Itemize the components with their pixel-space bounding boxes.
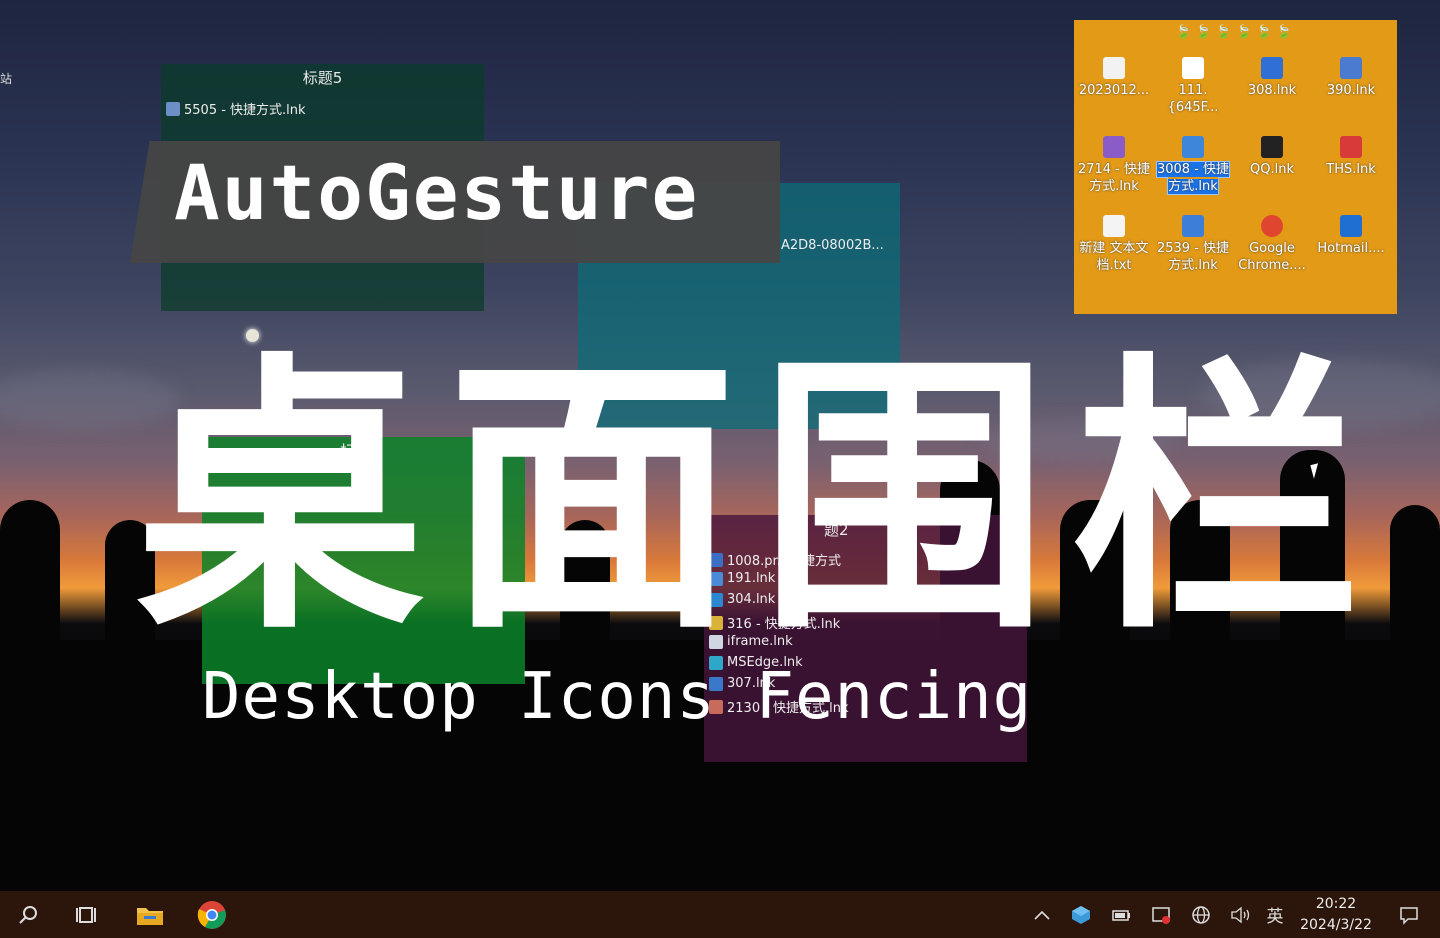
statue xyxy=(1390,505,1440,660)
search-icon[interactable] xyxy=(4,891,52,938)
ime-indicator[interactable]: 英 xyxy=(1262,891,1288,938)
shortcut-icon xyxy=(1103,136,1125,158)
device-icon[interactable] xyxy=(1148,891,1174,938)
shortcut-icon xyxy=(1182,136,1204,158)
taskbar: 英 xyxy=(0,891,1440,938)
desktop-icon[interactable]: 3008 - 快捷方式.lnk xyxy=(1155,136,1231,195)
shortcut-icon xyxy=(1340,57,1362,79)
fence-title[interactable]: 标题5 xyxy=(161,67,484,88)
icon-label: 308.lnk xyxy=(1247,83,1297,98)
chrome-icon[interactable] xyxy=(188,891,236,938)
icon-label: 新建 文本文档.txt xyxy=(1079,241,1149,273)
desktop: 站 标题5 5505 - 快捷方式.lnk 题2 1008.pr...快捷方式 … xyxy=(0,0,1440,891)
desktop-icon-label[interactable]: 站 xyxy=(0,70,12,87)
icon-label: Google Chrome.... xyxy=(1238,241,1306,273)
icon-label: 2714 - 快捷方式.lnk xyxy=(1077,162,1151,194)
text-file-icon xyxy=(1103,215,1125,237)
icon-label: 3008 - 快捷方式.lnk xyxy=(1155,161,1231,195)
chevron-up-icon[interactable] xyxy=(1030,891,1054,938)
icon-label: 390.lnk xyxy=(1326,83,1376,98)
clock-date: 2024/3/22 xyxy=(1300,917,1372,933)
banner-title: AutoGesture xyxy=(174,148,700,237)
file-explorer-icon[interactable] xyxy=(126,891,174,938)
task-view-icon[interactable] xyxy=(63,891,111,938)
desktop-icon[interactable]: 2539 - 快捷方式.lnk xyxy=(1155,215,1231,274)
desktop-icon[interactable]: 111.{645F... xyxy=(1155,57,1231,116)
chrome-icon xyxy=(1261,215,1283,237)
fence-item-label: 5505 - 快捷方式.lnk xyxy=(184,103,306,118)
globe-icon[interactable] xyxy=(1188,891,1214,938)
icon-label: Hotmail.... xyxy=(1317,241,1385,256)
shortcut-icon xyxy=(1261,57,1283,79)
shortcut-icon xyxy=(1182,215,1204,237)
icon-label: 2023012... xyxy=(1078,83,1150,98)
desktop-icon[interactable]: Hotmail.... xyxy=(1313,215,1389,257)
desktop-icon[interactable]: THS.lnk xyxy=(1313,136,1389,178)
shortcut-icon xyxy=(166,101,180,116)
desktop-icon[interactable]: 2023012... xyxy=(1076,57,1152,99)
fence-orange[interactable]: 🍃🍃🍃🍃🍃🍃 2023012... 111.{645F... 308.lnk 3… xyxy=(1074,20,1397,314)
shortcut-icon xyxy=(1340,215,1362,237)
notification-icon[interactable] xyxy=(1394,891,1424,938)
volume-icon[interactable] xyxy=(1228,891,1254,938)
fence-toolbar-icons[interactable]: 🍃🍃🍃🍃🍃🍃 xyxy=(1074,25,1397,40)
desktop-icon[interactable]: 新建 文本文档.txt xyxy=(1076,215,1152,274)
icon-label: 111.{645F... xyxy=(1167,83,1219,115)
app-tray-icon[interactable] xyxy=(1068,891,1094,938)
desktop-icon[interactable]: Google Chrome.... xyxy=(1234,215,1310,274)
qq-icon xyxy=(1261,136,1283,158)
desktop-icon[interactable]: 390.lnk xyxy=(1313,57,1389,99)
icon-label: QQ.lnk xyxy=(1250,162,1294,177)
battery-icon[interactable] xyxy=(1108,891,1134,938)
headline-english: Desktop Icons Fencing xyxy=(202,660,1033,734)
clock-time: 20:22 xyxy=(1315,896,1357,912)
desktop-icon[interactable]: 2714 - 快捷方式.lnk xyxy=(1076,136,1152,195)
headline-chinese: 桌面围栏 xyxy=(135,331,1383,668)
desktop-icon[interactable]: 308.lnk xyxy=(1234,57,1310,99)
file-icon xyxy=(1103,57,1125,79)
icon-label: THS.lnk xyxy=(1326,162,1376,177)
shortcut-icon xyxy=(1340,136,1362,158)
desktop-icon[interactable]: QQ.lnk xyxy=(1234,136,1310,178)
statue xyxy=(0,500,60,660)
icon-label: 2539 - 快捷方式.lnk xyxy=(1156,241,1230,273)
clock[interactable]: 20:22 2024/3/22 xyxy=(1294,894,1378,936)
fence-item[interactable]: 5505 - 快捷方式.lnk xyxy=(166,99,306,118)
file-icon xyxy=(1182,57,1204,79)
fence-item-label[interactable]: A2D8-08002B... xyxy=(781,238,884,253)
